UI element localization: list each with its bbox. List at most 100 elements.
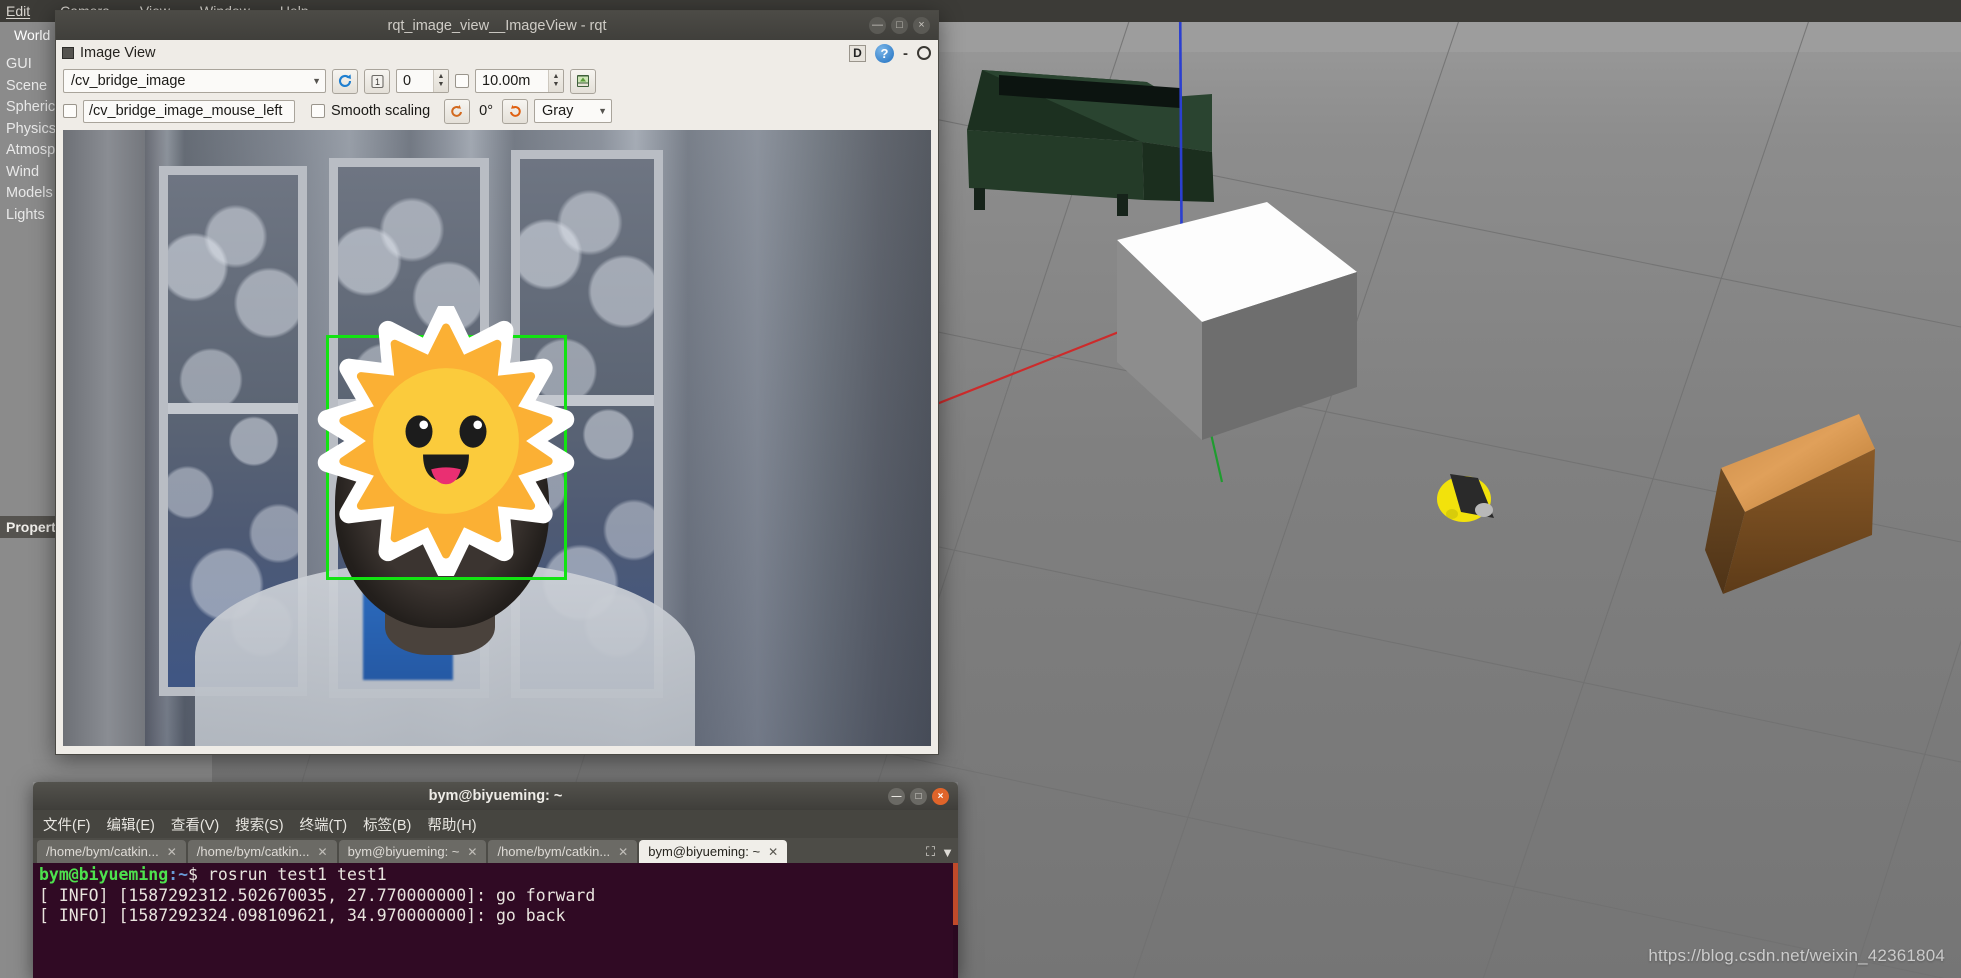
new-tab-icon[interactable]: ⛶ <box>926 844 935 860</box>
chevron-down-icon[interactable]: ▼ <box>941 845 954 860</box>
close-tab-icon[interactable]: ✕ <box>167 845 177 859</box>
rotation-value: 0° <box>479 103 494 119</box>
terminal-menu-file[interactable]: 文件(F) <box>43 814 91 835</box>
rotate-counterclockwise-icon <box>451 105 463 117</box>
svg-text:1: 1 <box>374 77 379 87</box>
publish-image-button[interactable]: 1 <box>364 68 390 94</box>
sun-emoji-overlay <box>317 306 575 576</box>
mouse-topic-checkbox[interactable] <box>63 104 77 118</box>
chevron-down-icon: ▼ <box>598 106 608 116</box>
terminal-window-controls[interactable]: — □ × <box>888 787 949 805</box>
maximize-icon[interactable]: □ <box>891 17 908 34</box>
prompt-path: :~ <box>168 865 189 884</box>
smooth-scaling-checkbox[interactable] <box>311 104 325 118</box>
rqt-window-title: rqt_image_view__ImageView - rqt <box>387 17 607 34</box>
terminal-tab-3[interactable]: bym@biyueming: ~ ✕ <box>338 840 487 863</box>
detach-button[interactable]: D <box>849 44 866 62</box>
close-icon[interactable]: × <box>913 17 930 34</box>
wall-left <box>63 130 145 746</box>
rqt-title-bar[interactable]: rqt_image_view__ImageView - rqt — □ × <box>56 11 938 40</box>
terminal-menu-view[interactable]: 查看(V) <box>171 814 219 835</box>
terminal-tab-bar[interactable]: /home/bym/catkin... ✕ /home/bym/catkin..… <box>33 838 958 863</box>
tab-label: /home/bym/catkin... <box>196 844 310 859</box>
rotate-cw-button[interactable] <box>502 98 529 124</box>
panel-close-icon[interactable] <box>917 46 931 60</box>
rqt-window-controls[interactable]: — □ × <box>869 11 930 40</box>
panel-header-buttons[interactable]: D ? - <box>849 43 931 63</box>
terminal-tab-controls[interactable]: ⛶ ▼ <box>926 844 954 863</box>
terminal-menu-search[interactable]: 搜索(S) <box>235 814 283 835</box>
chevron-down-icon: ▼ <box>312 76 321 86</box>
terminal-prompt-line: bym@biyueming:~$ rosrun test1 test1 <box>39 865 952 886</box>
prompt-symbol: $ <box>188 865 198 884</box>
terminal-tab-2[interactable]: /home/bym/catkin... ✕ <box>187 840 337 863</box>
max-depth-checkbox[interactable] <box>455 74 469 88</box>
max-depth-spinner-arrows[interactable]: ▲ ▼ <box>548 70 563 92</box>
mouse-topic-value: /cv_bridge_image_mouse_left <box>89 103 283 119</box>
save-image-icon <box>577 75 589 87</box>
gazebo-menu-edit[interactable]: Edit <box>6 3 30 19</box>
rotate-ccw-button[interactable] <box>444 98 471 124</box>
terminal-window-title: bym@biyueming: ~ <box>428 788 563 804</box>
scrollbar-thumb[interactable] <box>953 863 958 925</box>
topic-select[interactable]: /cv_bridge_image ▼ <box>63 69 326 93</box>
spinner-up-icon: ▲ <box>552 73 560 80</box>
close-icon[interactable]: × <box>932 787 949 805</box>
close-tab-icon[interactable]: ✕ <box>467 845 477 859</box>
terminal-menu-help[interactable]: 帮助(H) <box>427 814 476 835</box>
watermark: https://blog.csdn.net/weixin_42361804 <box>1648 946 1945 965</box>
terminal-scrollbar[interactable] <box>953 863 958 978</box>
green-dumpster <box>967 70 1214 216</box>
spinner-down-icon: ▼ <box>437 81 445 88</box>
terminal-line-2: [ INFO] [1587292324.098109621, 34.970000… <box>39 906 566 925</box>
image-view-canvas[interactable] <box>63 130 931 746</box>
terminal-tab-5[interactable]: bym@biyueming: ~ ✕ <box>639 840 788 863</box>
terminal-menu-bar[interactable]: 文件(F) 编辑(E) 查看(V) 搜索(S) 终端(T) 标签(B) 帮助(H… <box>33 810 958 838</box>
smooth-scaling-label: Smooth scaling <box>331 103 431 119</box>
number-spinner-arrows[interactable]: ▲ ▼ <box>433 70 448 92</box>
max-depth-spinner[interactable]: 10.00m ▲ ▼ <box>475 69 564 93</box>
tab-label: /home/bym/catkin... <box>46 844 159 859</box>
tab-label: bym@biyueming: ~ <box>648 844 761 859</box>
close-tab-icon[interactable]: ✕ <box>318 845 328 859</box>
terminal-menu-edit[interactable]: 编辑(E) <box>107 814 155 835</box>
terminal-tab-4[interactable]: /home/bym/catkin... ✕ <box>488 840 638 863</box>
save-image-button[interactable] <box>570 68 596 94</box>
yellow-robot <box>1437 474 1494 522</box>
mullion <box>168 403 298 414</box>
terminal-window[interactable]: bym@biyueming: ~ — □ × 文件(F) 编辑(E) 查看(V)… <box>33 782 958 978</box>
image-view-toolbar-secondary[interactable]: /cv_bridge_image_mouse_left Smooth scali… <box>56 96 938 126</box>
terminal-menu-tabs[interactable]: 标签(B) <box>363 814 411 835</box>
colormap-value: Gray <box>542 103 574 119</box>
minimize-icon[interactable]: — <box>869 17 886 34</box>
dock-icon <box>62 47 74 59</box>
mouse-topic-input[interactable]: /cv_bridge_image_mouse_left <box>83 99 295 123</box>
maximize-icon[interactable]: □ <box>910 787 927 805</box>
prompt-user: bym@biyueming <box>39 865 169 884</box>
publish-icon: 1 <box>370 74 384 88</box>
rqt-image-view-window[interactable]: rqt_image_view__ImageView - rqt — □ × Im… <box>55 10 939 755</box>
number-spinner-value: 0 <box>403 73 412 89</box>
white-box <box>1117 202 1357 440</box>
number-spinner[interactable]: 0 ▲ ▼ <box>396 69 449 93</box>
close-tab-icon[interactable]: ✕ <box>768 845 778 859</box>
terminal-menu-terminal[interactable]: 终端(T) <box>300 814 348 835</box>
minimize-icon[interactable]: — <box>888 787 905 805</box>
close-tab-icon[interactable]: ✕ <box>618 845 628 859</box>
colormap-select[interactable]: Gray ▼ <box>534 99 613 123</box>
image-view-toolbar-primary[interactable]: /cv_bridge_image ▼ 1 0 ▲ ▼ 10.00m ▲ ▼ <box>56 66 938 96</box>
tab-label: /home/bym/catkin... <box>497 844 611 859</box>
terminal-output[interactable]: bym@biyueming:~$ rosrun test1 test1 [ IN… <box>33 863 958 978</box>
refresh-icon <box>338 74 352 87</box>
help-icon[interactable]: ? <box>875 43 894 63</box>
wooden-box <box>1705 414 1875 594</box>
spinner-down-icon: ▼ <box>552 81 560 88</box>
max-depth-value: 10.00m <box>482 73 531 89</box>
panel-minimize-icon[interactable]: - <box>903 45 908 62</box>
panel-title: Image View <box>80 45 156 61</box>
refresh-topics-button[interactable] <box>332 68 358 94</box>
terminal-tab-1[interactable]: /home/bym/catkin... ✕ <box>37 840 186 863</box>
terminal-title-bar[interactable]: bym@biyueming: ~ — □ × <box>33 782 958 810</box>
terminal-line-1: [ INFO] [1587292312.502670035, 27.770000… <box>39 885 596 905</box>
tab-label: bym@biyueming: ~ <box>347 844 460 859</box>
